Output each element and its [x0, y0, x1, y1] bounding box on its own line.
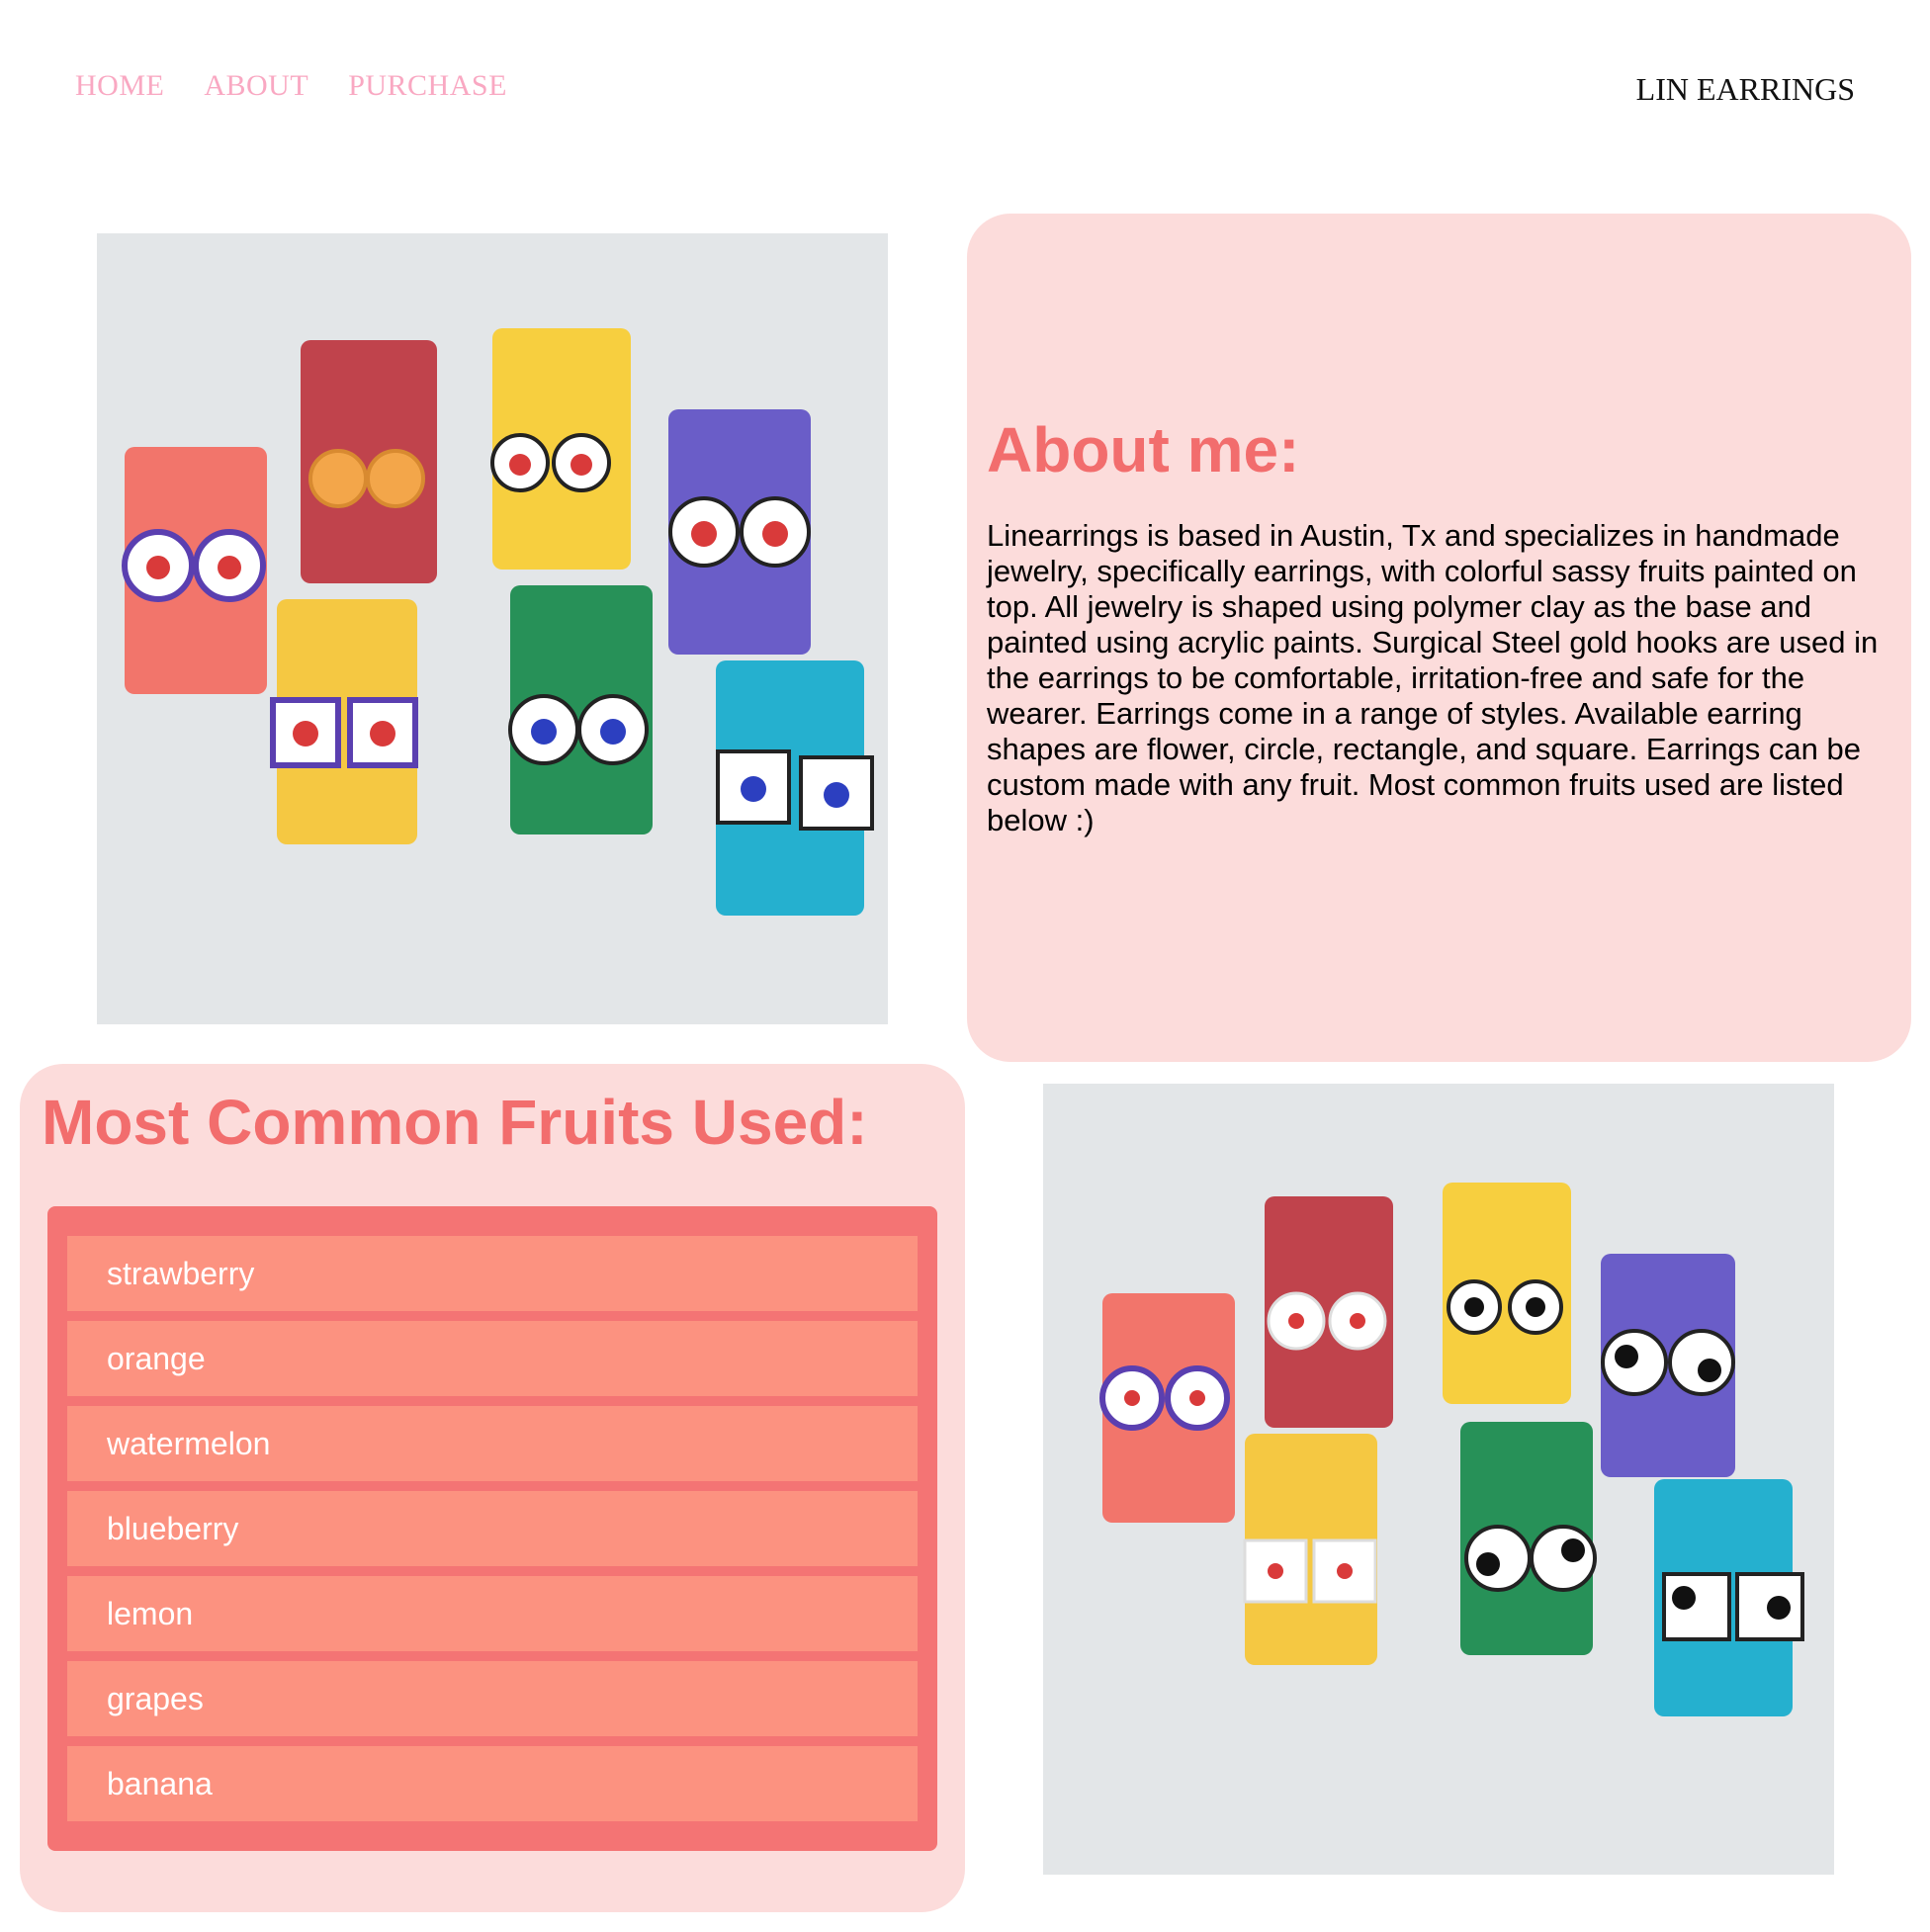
fruit-list-item: orange: [67, 1321, 918, 1396]
fruits-card: Most Common Fruits Used: strawberry oran…: [20, 1064, 965, 1912]
about-card: About me: Linearrings is based in Austin…: [967, 214, 1911, 1062]
nav-home-link[interactable]: HOME: [75, 69, 164, 103]
about-heading: About me:: [987, 414, 1300, 485]
fruit-list-item: grapes: [67, 1661, 918, 1736]
main-nav: HOME ABOUT PURCHASE: [75, 69, 507, 103]
earrings-photo-2-illustration: [1043, 1084, 1834, 1875]
brand-title: LIN EARRINGS: [1635, 71, 1855, 107]
fruit-list-item: blueberry: [67, 1491, 918, 1566]
earrings-photo-1: [97, 233, 888, 1024]
about-paragraph: Linearrings is based in Austin, Tx and s…: [987, 518, 1879, 837]
fruit-list-item: lemon: [67, 1576, 918, 1651]
fruit-list: strawberry orange watermelon blueberry l…: [47, 1206, 937, 1851]
earrings-photo-2: [1043, 1084, 1834, 1875]
nav-about-link[interactable]: ABOUT: [204, 69, 308, 103]
earrings-photo-1-illustration: [97, 233, 888, 1024]
fruit-list-item: watermelon: [67, 1406, 918, 1481]
fruits-heading: Most Common Fruits Used:: [42, 1087, 868, 1158]
fruit-list-item: banana: [67, 1746, 918, 1821]
fruit-list-item: strawberry: [67, 1236, 918, 1311]
nav-purchase-link[interactable]: PURCHASE: [348, 69, 507, 103]
